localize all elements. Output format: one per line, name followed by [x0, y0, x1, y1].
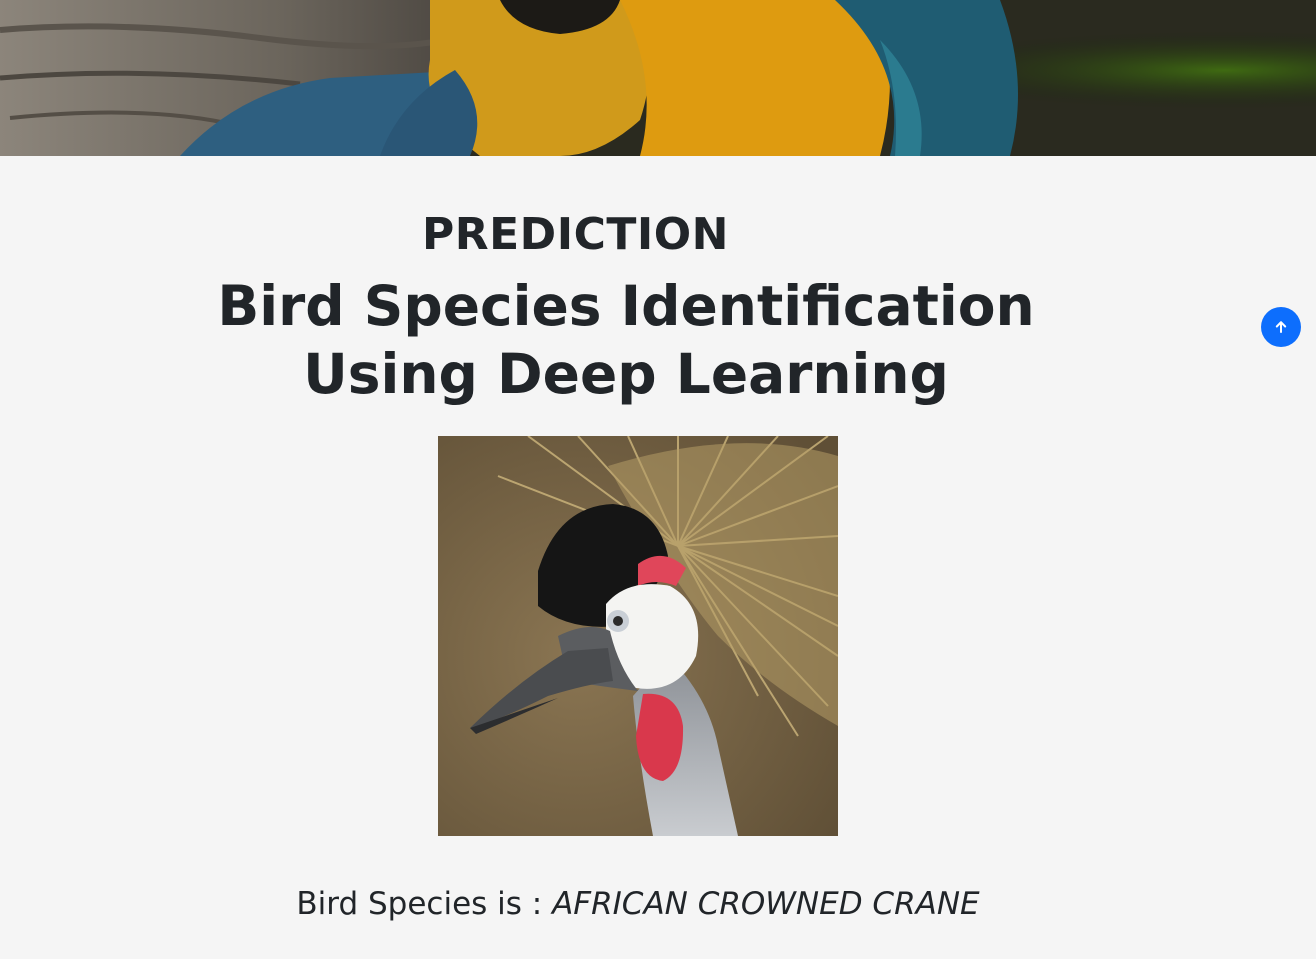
- result-label: Bird Species is :: [296, 886, 543, 922]
- prediction-result: Bird Species is : AFRICAN CROWNED CRANE: [0, 882, 1276, 926]
- predicted-species: AFRICAN CROWNED CRANE: [552, 886, 980, 922]
- arrow-up-icon: [1275, 321, 1287, 333]
- uploaded-bird-image: [438, 436, 838, 836]
- section-heading: PREDICTION: [422, 209, 729, 260]
- back-to-top-button[interactable]: [1261, 307, 1301, 347]
- page: PREDICTION Bird Species Identification U…: [0, 0, 1316, 959]
- project-title: Bird Species Identification Using Deep L…: [217, 274, 1035, 406]
- macaw-illustration: [0, 0, 1316, 156]
- crowned-crane-illustration: [438, 436, 838, 836]
- hero-banner-image: [0, 0, 1316, 156]
